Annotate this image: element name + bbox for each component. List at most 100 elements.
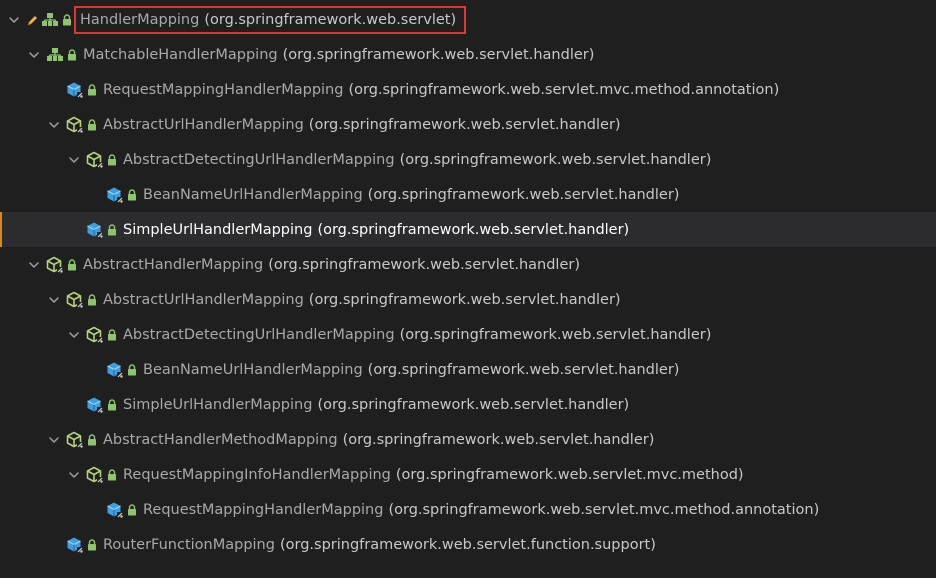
tree-row[interactable]: SimpleUrlHandlerMapping (org.springframew… [0, 387, 936, 422]
tree-row[interactable]: AbstractDetectingUrlHandlerMapping (org.s… [0, 142, 936, 177]
package-name: (org.springframework.web.servlet.handler… [317, 221, 630, 238]
package-name: (org.springframework.web.servlet.handler… [282, 46, 595, 63]
type-icons [86, 221, 117, 239]
type-name: SimpleUrlHandlerMapping [123, 396, 313, 413]
tree-row[interactable]: RequestMappingInfoHandlerMapping (org.spr… [0, 457, 936, 492]
lock-icon [127, 363, 137, 376]
type-icons [86, 326, 117, 344]
lock-icon [67, 48, 77, 61]
type-icons [106, 186, 137, 204]
lock-icon [87, 83, 97, 96]
class-icon [106, 361, 124, 379]
lock-icon [62, 13, 72, 26]
type-icons [66, 291, 97, 309]
tree-row[interactable]: AbstractUrlHandlerMapping (org.springfram… [0, 282, 936, 317]
package-name: (org.springframework.web.servlet.mvc.met… [348, 81, 780, 98]
package-name: (org.springframework.web.servlet.handler… [268, 256, 580, 273]
lock-icon [127, 503, 137, 516]
type-name: AbstractDetectingUrlHandlerMapping [123, 326, 395, 343]
class-icon [66, 536, 84, 554]
type-icons [66, 431, 97, 449]
package-name: (org.springframework.web.servlet.handler… [367, 186, 680, 203]
class-icon [66, 81, 84, 99]
lock-icon [87, 433, 97, 446]
class-icon [106, 186, 124, 204]
row-label: MatchableHandlerMapping (org.springframew… [79, 44, 598, 66]
highlight-box: HandlerMapping (org.springframework.web.s… [74, 5, 467, 34]
row-label: AbstractHandlerMethodMapping (org.springf… [99, 429, 658, 451]
chevron-down-icon[interactable] [66, 152, 82, 168]
lock-icon [107, 468, 117, 481]
chevron-down-icon[interactable] [26, 257, 42, 273]
type-icons [106, 361, 137, 379]
type-name: AbstractUrlHandlerMapping [103, 116, 304, 133]
lock-icon [107, 153, 117, 166]
type-name: BeanNameUrlHandlerMapping [143, 186, 363, 203]
type-icons [66, 81, 97, 99]
abstract-class-icon [86, 466, 104, 484]
row-label: RequestMappingHandlerMapping (org.springf… [99, 79, 783, 101]
tree-row[interactable]: AbstractHandlerMapping (org.springframewo… [0, 247, 936, 282]
lock-icon [67, 258, 77, 271]
lock-icon [107, 223, 117, 236]
package-name: (org.springframework.web.servlet.handler… [399, 151, 712, 168]
tree-row[interactable]: RequestMappingHandlerMapping (org.springf… [0, 492, 936, 527]
type-icons [66, 116, 97, 134]
package-name: (org.springframework.web.servlet.handler… [308, 116, 621, 133]
tree-row[interactable]: AbstractUrlHandlerMapping (org.springfram… [0, 107, 936, 142]
abstract-class-icon [86, 326, 104, 344]
type-name: RequestMappingHandlerMapping [143, 501, 384, 518]
type-name: AbstractDetectingUrlHandlerMapping [123, 151, 395, 168]
type-icons [86, 396, 117, 414]
tree-row[interactable]: RouterFunctionMapping (org.springframewor… [0, 527, 936, 562]
type-icons [106, 501, 137, 519]
abstract-class-icon [46, 256, 64, 274]
chevron-down-icon[interactable] [46, 117, 62, 133]
type-name: HandlerMapping [80, 11, 200, 28]
lock-icon [87, 118, 97, 131]
row-label: BeanNameUrlHandlerMapping (org.springfram… [139, 184, 683, 206]
tree-row[interactable]: BeanNameUrlHandlerMapping (org.springfram… [0, 352, 936, 387]
tree-row[interactable]: SimpleUrlHandlerMapping (org.springframew… [0, 212, 936, 247]
tree-row[interactable]: AbstractHandlerMethodMapping (org.springf… [0, 422, 936, 457]
row-label: RequestMappingHandlerMapping (org.springf… [139, 499, 823, 521]
class-icon [106, 501, 124, 519]
lock-icon [107, 398, 117, 411]
type-name: SimpleUrlHandlerMapping [123, 221, 313, 238]
abstract-class-icon [66, 431, 84, 449]
abstract-class-icon [66, 116, 84, 134]
chevron-down-icon[interactable] [66, 467, 82, 483]
chevron-down-icon[interactable] [26, 47, 42, 63]
row-label: RouterFunctionMapping (org.springframewor… [99, 534, 660, 556]
interface-icon [41, 12, 59, 28]
tree-row[interactable]: RequestMappingHandlerMapping (org.springf… [0, 72, 936, 107]
type-icons [26, 12, 72, 28]
package-name: (org.springframework.web.servlet.handler… [342, 431, 655, 448]
row-label: AbstractUrlHandlerMapping (org.springfram… [99, 289, 625, 311]
chevron-down-icon[interactable] [46, 432, 62, 448]
package-name: (org.springframework.web.servlet.handler… [317, 396, 630, 413]
type-name: MatchableHandlerMapping [83, 46, 278, 63]
tree-row[interactable]: AbstractDetectingUrlHandlerMapping (org.s… [0, 317, 936, 352]
tree-row[interactable]: HandlerMapping (org.springframework.web.s… [0, 2, 936, 37]
row-label: SimpleUrlHandlerMapping (org.springframew… [119, 394, 633, 416]
abstract-class-icon [66, 291, 84, 309]
chevron-down-icon[interactable] [66, 327, 82, 343]
package-name: (org.springframework.web.servlet.handler… [399, 326, 712, 343]
type-name: RequestMappingHandlerMapping [103, 81, 344, 98]
lock-icon [107, 328, 117, 341]
chevron-down-icon[interactable] [6, 12, 22, 28]
tree-row[interactable]: BeanNameUrlHandlerMapping (org.springfram… [0, 177, 936, 212]
abstract-class-icon [86, 151, 104, 169]
package-name: (org.springframework.web.servlet.mvc.met… [395, 466, 744, 483]
row-label: AbstractDetectingUrlHandlerMapping (org.s… [119, 149, 715, 171]
chevron-down-icon[interactable] [46, 292, 62, 308]
lock-icon [127, 188, 137, 201]
package-name: (org.springframework.web.servlet.handler… [308, 291, 621, 308]
package-name: (org.springframework.web.servlet.functio… [279, 536, 656, 553]
tree-row[interactable]: MatchableHandlerMapping (org.springframew… [0, 37, 936, 72]
package-name: (org.springframework.web.servlet.mvc.met… [388, 501, 820, 518]
row-label: AbstractDetectingUrlHandlerMapping (org.s… [119, 324, 715, 346]
class-icon [86, 396, 104, 414]
lock-icon [87, 538, 97, 551]
